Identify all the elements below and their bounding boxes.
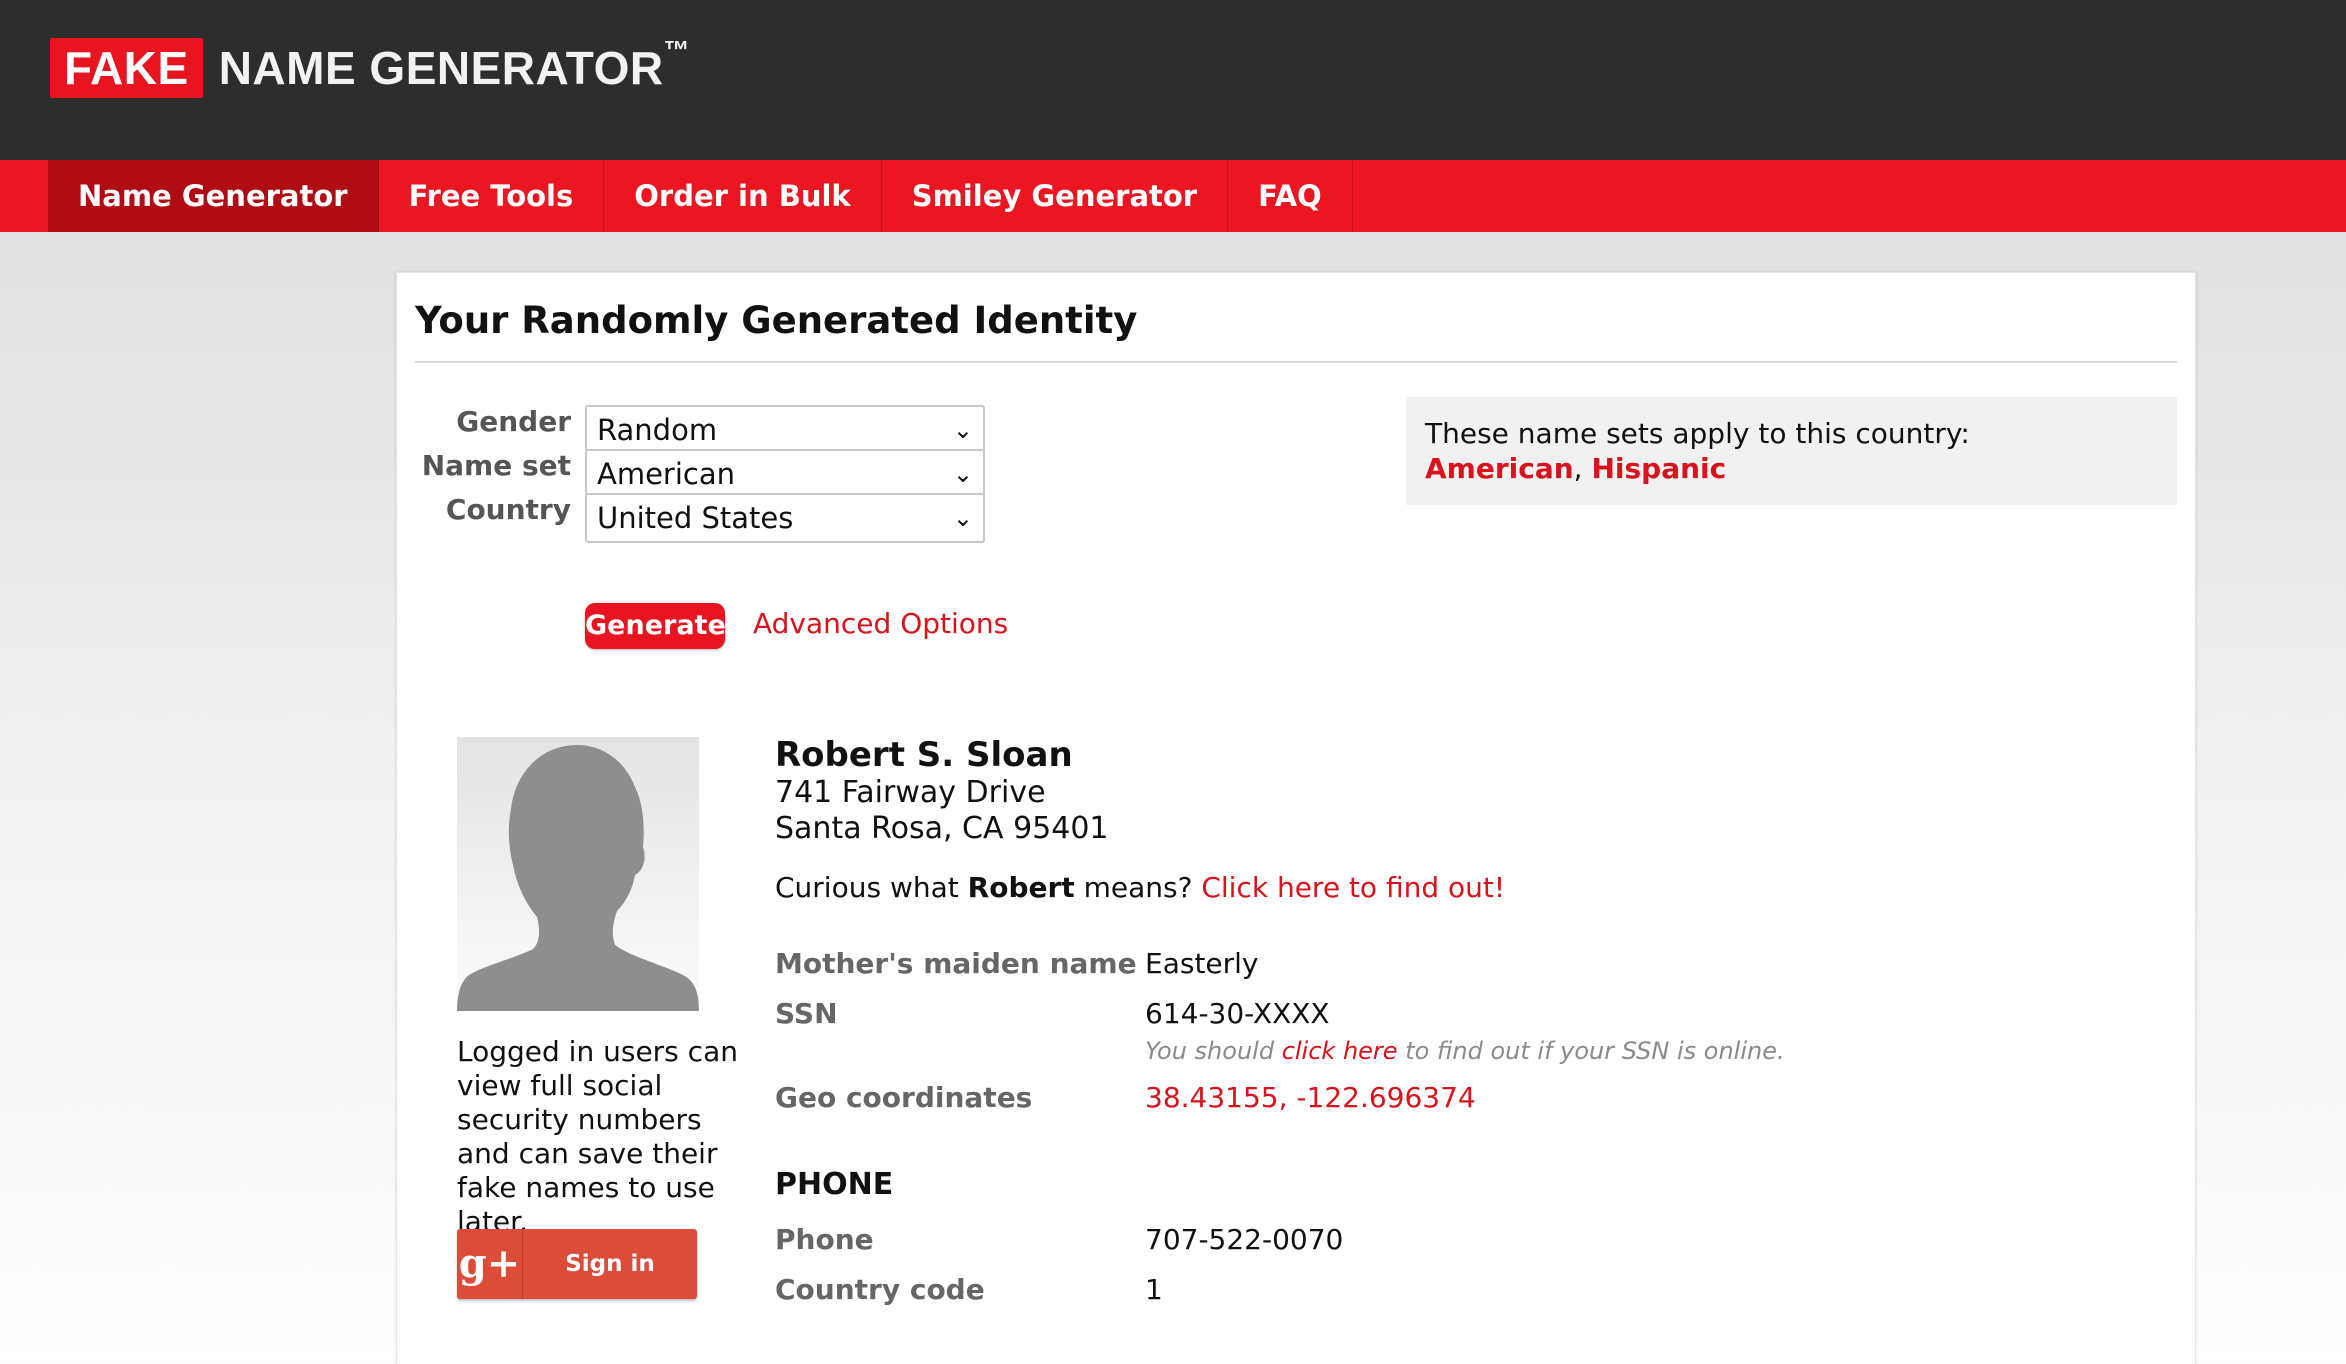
site-header: FAKE NAME GENERATOR™: [0, 0, 2346, 160]
name-set-select-value: American: [597, 457, 736, 491]
curious-suffix: means?: [1074, 871, 1202, 904]
maiden-name-value: Easterly: [1145, 947, 1259, 980]
avatar: [457, 737, 699, 1011]
generate-button[interactable]: Generate: [585, 603, 726, 649]
country-select[interactable]: United States ⌄: [585, 493, 985, 543]
country-label: Country: [445, 493, 571, 526]
ssn-note: You should click here to find out if you…: [1145, 1037, 1785, 1065]
name-set-label: Name set: [421, 449, 571, 482]
site-logo[interactable]: FAKE NAME GENERATOR™: [50, 35, 690, 98]
curious-prefix: Curious what: [775, 871, 968, 904]
logo-name-generator-text: NAME GENERATOR™: [218, 35, 690, 95]
nav-item-smiley-generator[interactable]: Smiley Generator: [882, 160, 1229, 232]
ssn-label: SSN: [775, 997, 838, 1030]
ssn-note-suffix: to find out if your SSN is online.: [1397, 1037, 1785, 1065]
ssn-check-link[interactable]: click here: [1282, 1037, 1398, 1065]
nav-item-name-generator[interactable]: Name Generator: [48, 160, 379, 232]
country-code-value: 1: [1145, 1273, 1163, 1306]
geo-coordinates-label: Geo coordinates: [775, 1081, 1033, 1114]
name-set-separator: ,: [1573, 452, 1592, 485]
chevron-down-icon: ⌄: [952, 504, 973, 532]
logo-fake-badge: FAKE: [50, 38, 203, 98]
phone-label: Phone: [775, 1223, 874, 1256]
google-plus-sign-in-button[interactable]: g+ Sign in: [457, 1229, 697, 1299]
gender-select-value: Random: [597, 413, 718, 447]
google-sign-in-label: Sign in: [565, 1251, 655, 1277]
name-sets-links: American, Hispanic: [1425, 452, 2158, 485]
country-select-value: United States: [597, 501, 794, 535]
name-set-link-hispanic[interactable]: Hispanic: [1591, 452, 1726, 485]
name-set-link-american[interactable]: American: [1425, 452, 1574, 485]
name-meaning-link[interactable]: Click here to find out!: [1201, 871, 1505, 904]
geo-coordinates-link[interactable]: 38.43155, -122.696374: [1145, 1081, 1476, 1114]
title-divider: [415, 361, 2177, 363]
name-meaning-line: Curious what Robert means? Click here to…: [775, 871, 1505, 904]
identity-name: Robert S. Sloan: [775, 735, 1073, 775]
phone-section-heading: PHONE: [775, 1167, 894, 1202]
identity-card: Your Randomly Generated Identity Gender …: [396, 272, 2196, 1364]
logo-text: NAME GENERATOR: [218, 42, 664, 94]
gender-select[interactable]: Random ⌄: [585, 405, 985, 455]
ssn-value: 614-30-XXXX: [1145, 997, 1330, 1030]
person-silhouette-icon: [457, 745, 699, 1011]
nav-item-order-in-bulk[interactable]: Order in Bulk: [604, 160, 882, 232]
name-set-select[interactable]: American ⌄: [585, 449, 985, 499]
first-name: Robert: [967, 871, 1075, 904]
google-plus-icon: g+: [457, 1229, 523, 1299]
nav-item-faq[interactable]: FAQ: [1228, 160, 1353, 232]
login-note: Logged in users can view full social sec…: [457, 1035, 738, 1238]
logo-trademark: ™: [663, 35, 691, 65]
nav-items: Name Generator Free Tools Order in Bulk …: [48, 160, 1353, 232]
identity-city-line: Santa Rosa, CA 95401: [775, 811, 1109, 846]
chevron-down-icon: ⌄: [952, 416, 973, 444]
chevron-down-icon: ⌄: [952, 460, 973, 488]
name-sets-info-box: These name sets apply to this country: A…: [1406, 397, 2177, 505]
page-title: Your Randomly Generated Identity: [415, 299, 1138, 342]
country-code-label: Country code: [775, 1273, 985, 1306]
name-sets-info-text: These name sets apply to this country:: [1425, 417, 1970, 450]
maiden-name-label: Mother's maiden name: [775, 947, 1137, 980]
ssn-note-prefix: You should: [1145, 1037, 1282, 1065]
nav-item-free-tools[interactable]: Free Tools: [379, 160, 605, 232]
phone-value: 707-522-0070: [1145, 1223, 1344, 1256]
identity-street: 741 Fairway Drive: [775, 775, 1046, 810]
gender-label: Gender: [456, 405, 571, 438]
main-nav: Name Generator Free Tools Order in Bulk …: [0, 160, 2346, 232]
advanced-options-link[interactable]: Advanced Options: [753, 607, 1008, 640]
